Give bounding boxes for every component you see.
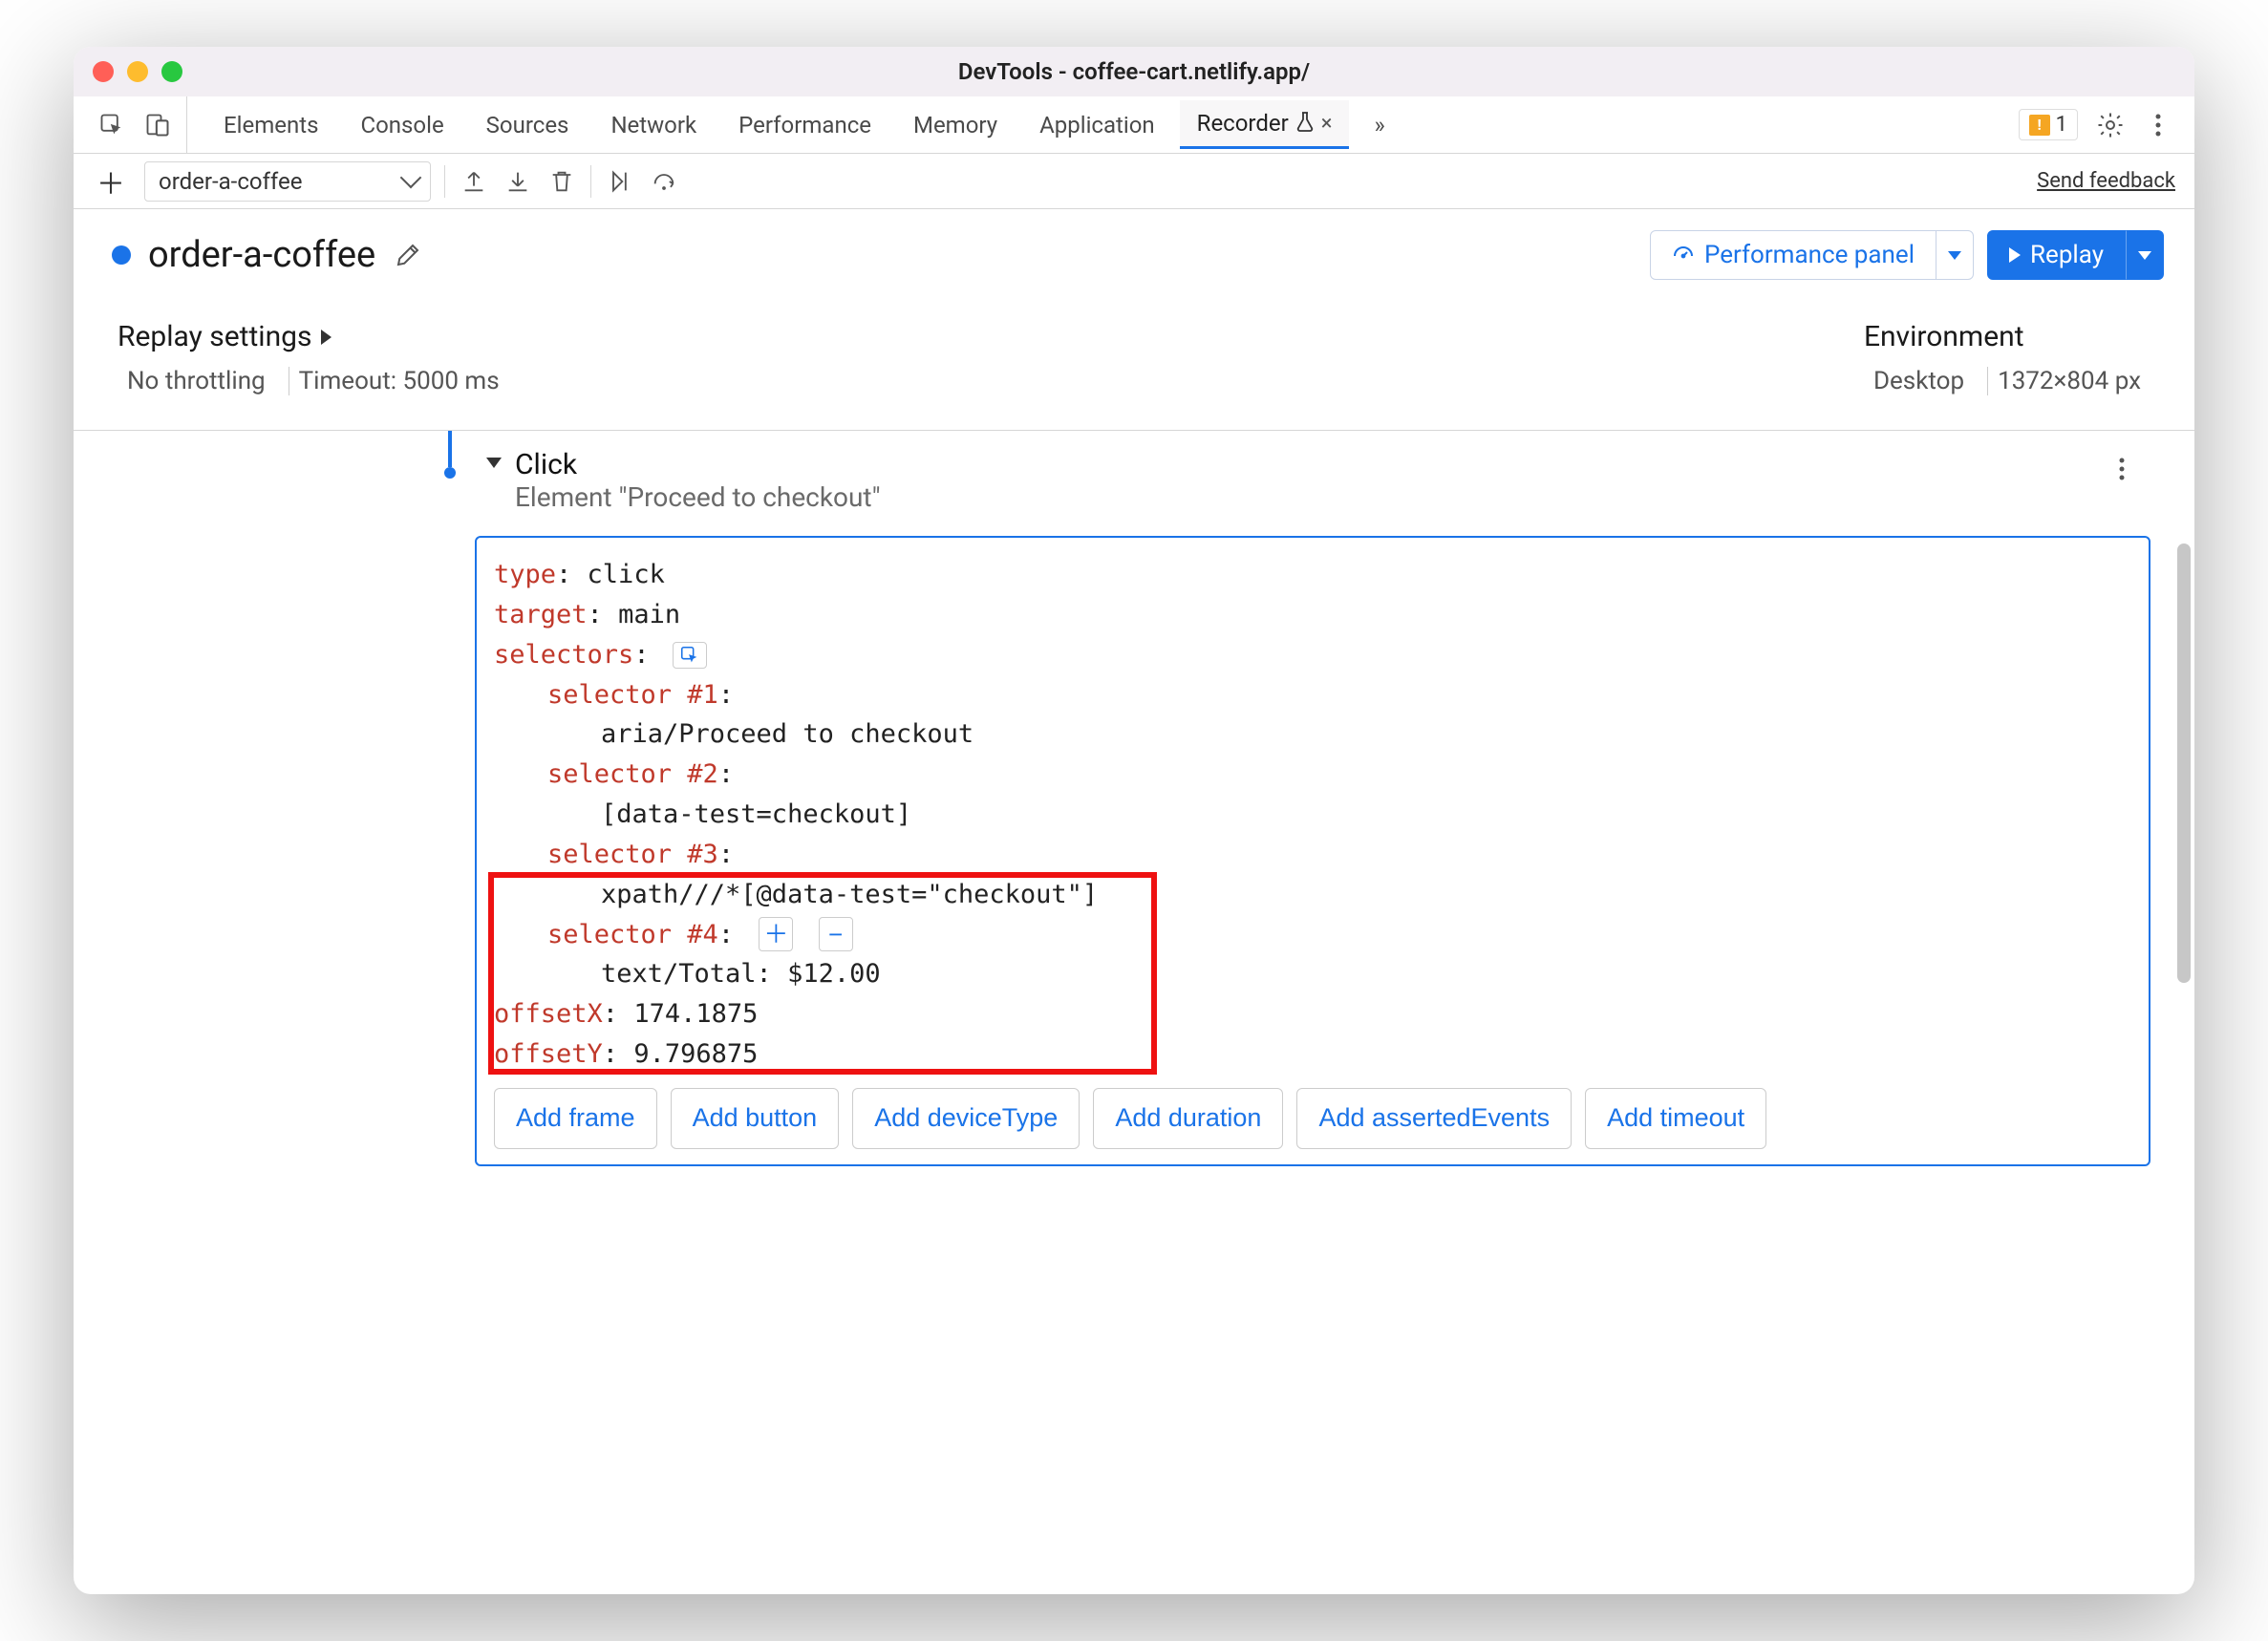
step-play-icon[interactable] — [605, 166, 635, 197]
replay-settings-block: Replay settings No throttling Timeout: 5… — [118, 320, 509, 395]
prop-key-offsetx: offsetX — [494, 999, 603, 1029]
selector-1-value[interactable]: aria/Proceed to checkout — [601, 719, 974, 749]
tab-recorder[interactable]: Recorder × — [1180, 100, 1350, 149]
recording-title: order-a-coffee — [148, 234, 375, 276]
tab-console[interactable]: Console — [343, 100, 460, 149]
prop-val-offsety[interactable]: 9.796875 — [633, 1039, 758, 1069]
replay-dropdown[interactable] — [2126, 230, 2164, 280]
step-name: Click — [515, 448, 881, 481]
delete-icon[interactable] — [546, 166, 577, 197]
settings-row: Replay settings No throttling Timeout: 5… — [74, 301, 2194, 431]
add-devicetype-button[interactable]: Add deviceType — [852, 1088, 1080, 1149]
chevron-right-icon — [321, 330, 332, 345]
timeout-value[interactable]: Timeout: 5000 ms — [289, 367, 509, 395]
step-over-icon[interactable] — [649, 166, 679, 197]
environment-title: Environment — [1864, 320, 2024, 353]
step-header[interactable]: Click Element "Proceed to checkout" — [417, 448, 2150, 513]
selector-4-label: selector #4 — [547, 920, 718, 949]
selector-1-label: selector #1 — [547, 680, 718, 710]
prop-key-offsety: offsetY — [494, 1039, 603, 1069]
send-feedback-link[interactable]: Send feedback — [2037, 169, 2175, 193]
step-subtitle: Element "Proceed to checkout" — [515, 481, 881, 513]
recording-header: order-a-coffee Performance panel Replay — [74, 209, 2194, 301]
warning-icon — [2029, 115, 2050, 136]
play-icon — [2009, 247, 2021, 263]
tab-network[interactable]: Network — [593, 100, 714, 149]
tab-elements[interactable]: Elements — [206, 100, 335, 149]
step-detail-card: type: click target: main selectors: sele… — [475, 536, 2150, 1166]
add-selector-button[interactable]: ＋ — [759, 917, 793, 951]
prop-val-type[interactable]: click — [588, 560, 665, 589]
maximize-window-button[interactable] — [161, 61, 182, 82]
add-timeout-button[interactable]: Add timeout — [1585, 1088, 1766, 1149]
divider — [444, 165, 445, 198]
export-icon[interactable] — [459, 166, 489, 197]
traffic-lights — [93, 61, 182, 82]
titlebar: DevTools - coffee-cart.netlify.app/ — [74, 47, 2194, 96]
add-prop-row: Add frame Add button Add deviceType Add … — [494, 1088, 2131, 1149]
prop-key-selectors: selectors — [494, 640, 633, 670]
tab-sources[interactable]: Sources — [469, 100, 587, 149]
performance-panel-dropdown[interactable] — [1936, 230, 1974, 280]
minimize-window-button[interactable] — [127, 61, 148, 82]
selector-3-value[interactable]: xpath///*[@data-test="checkout"] — [601, 880, 1098, 909]
kebab-menu-icon[interactable] — [2143, 110, 2173, 140]
performance-panel-group: Performance panel — [1650, 230, 1974, 280]
tab-application[interactable]: Application — [1022, 100, 1172, 149]
recording-select[interactable]: order-a-coffee — [144, 161, 431, 202]
step-menu-icon[interactable] — [2107, 454, 2137, 484]
scrollbar-thumb[interactable] — [2177, 543, 2191, 983]
prop-val-target[interactable]: main — [618, 600, 680, 629]
close-tab-icon[interactable]: × — [1321, 112, 1333, 136]
add-frame-button[interactable]: Add frame — [494, 1088, 657, 1149]
device-toggle-icon[interactable] — [142, 110, 173, 140]
add-button-button[interactable]: Add button — [671, 1088, 840, 1149]
window-title: DevTools - coffee-cart.netlify.app/ — [958, 58, 1310, 85]
performance-panel-label: Performance panel — [1704, 241, 1915, 269]
environment-device: Desktop — [1864, 367, 1974, 395]
environment-dimensions: 1372×804 px — [1987, 367, 2150, 395]
tab-memory[interactable]: Memory — [896, 100, 1015, 149]
replay-button[interactable]: Replay — [1987, 230, 2126, 280]
settings-icon[interactable] — [2095, 110, 2126, 140]
devtools-tabbar: Elements Console Sources Network Perform… — [74, 96, 2194, 154]
prop-key-type: type — [494, 560, 556, 589]
add-duration-button[interactable]: Add duration — [1093, 1088, 1283, 1149]
tab-performance[interactable]: Performance — [721, 100, 888, 149]
collapse-icon[interactable] — [486, 458, 502, 468]
steps-area: Click Element "Proceed to checkout" type… — [74, 431, 2194, 1204]
import-icon[interactable] — [503, 166, 533, 197]
recording-status-dot — [112, 245, 131, 265]
replay-group: Replay — [1987, 230, 2164, 280]
selector-2-label: selector #2 — [547, 759, 718, 789]
replay-settings-toggle[interactable]: Replay settings — [118, 320, 509, 353]
selector-2-value[interactable]: [data-test=checkout] — [601, 799, 911, 829]
close-window-button[interactable] — [93, 61, 114, 82]
inspect-element-icon[interactable] — [96, 110, 127, 140]
warnings-badge[interactable]: 1 — [2019, 109, 2078, 140]
edit-title-icon[interactable] — [393, 240, 423, 270]
replay-label: Replay — [2030, 241, 2104, 269]
remove-selector-button[interactable]: − — [819, 917, 853, 951]
selector-4-value[interactable]: text/Total: $12.00 — [601, 959, 881, 989]
recorder-toolbar: ＋ order-a-coffee Send feedback — [74, 154, 2194, 209]
new-recording-button[interactable]: ＋ — [91, 160, 131, 202]
recording-select-value: order-a-coffee — [159, 168, 302, 195]
flask-icon — [1296, 111, 1314, 137]
selector-3-label: selector #3 — [547, 840, 718, 869]
selector-picker-icon[interactable] — [673, 642, 707, 669]
prop-key-target: target — [494, 600, 588, 629]
warning-count: 1 — [2056, 113, 2067, 137]
performance-panel-button[interactable]: Performance panel — [1650, 230, 1936, 280]
prop-val-offsetx[interactable]: 174.1875 — [633, 999, 758, 1029]
more-tabs-button[interactable]: » — [1357, 100, 1401, 149]
devtools-window: DevTools - coffee-cart.netlify.app/ Elem… — [74, 47, 2194, 1594]
throttling-value[interactable]: No throttling — [118, 367, 275, 395]
add-assertedevents-button[interactable]: Add assertedEvents — [1296, 1088, 1572, 1149]
divider — [590, 165, 591, 198]
